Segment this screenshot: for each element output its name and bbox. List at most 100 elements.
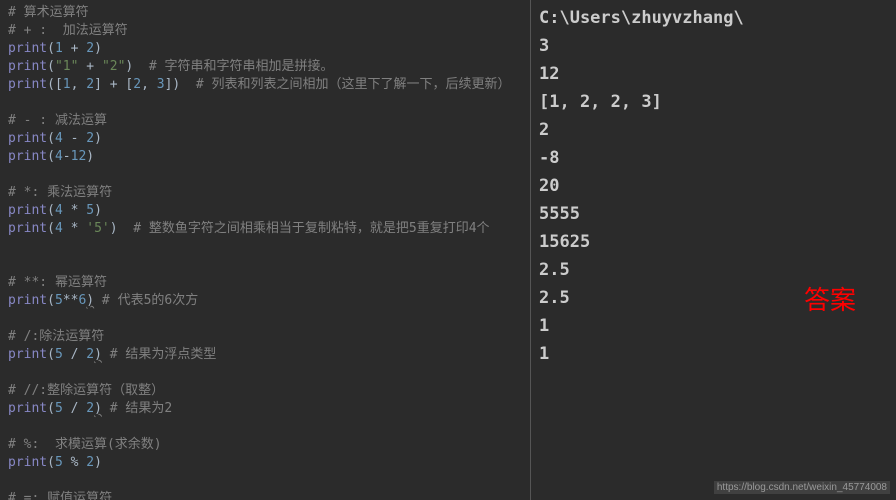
code-token [8,95,16,110]
code-token: 2 [86,401,94,416]
code-token: 5 [55,293,63,308]
code-line[interactable] [8,256,522,274]
code-token: , [71,77,87,92]
code-token [8,239,16,254]
terminal-line: 5555 [539,200,888,228]
code-line[interactable]: print(5**6) # 代表5的6次方 [8,292,522,310]
code-token: 5 [55,347,63,362]
code-token: 2 [86,131,94,146]
code-line[interactable]: print(5 / 2) # 结果为浮点类型 [8,346,522,364]
code-token: 1 [55,41,63,56]
code-token: print [8,77,47,92]
code-token: ) [94,131,102,146]
code-line[interactable] [8,472,522,490]
code-token: ) [94,41,102,56]
code-token: ( [47,455,55,470]
code-line[interactable]: # //:整除运算符（取整） [8,382,522,400]
code-token: ** [63,293,79,308]
code-line[interactable] [8,310,522,328]
code-line[interactable]: print([1, 2] + [2, 3]) # 列表和列表之间相加（这里下了解… [8,76,522,94]
code-token: ( [47,203,55,218]
code-token: print [8,41,47,56]
code-token: 5 [86,203,94,218]
code-token: ] [94,77,102,92]
code-line[interactable]: # - : 减法运算 [8,112,522,130]
code-token: ) [94,455,102,470]
code-token: ( [47,293,55,308]
code-line[interactable] [8,166,522,184]
terminal-line: 12 [539,60,888,88]
code-token: 1 [63,77,71,92]
code-token: / [63,401,86,416]
code-token: # + : 加法运算符 [8,23,128,38]
terminal-line: 1 [539,340,888,368]
terminal-line: 2 [539,116,888,144]
code-token: / [63,347,86,362]
code-token: , [141,77,157,92]
code-token: 4 [55,203,63,218]
code-token: ( [47,221,55,236]
code-token: print [8,347,47,362]
code-token [8,167,16,182]
code-line[interactable] [8,418,522,436]
code-line[interactable]: # 算术运算符 [8,4,522,22]
code-token: - [63,131,86,146]
code-token: 4 [55,131,63,146]
code-line[interactable]: print(4-12) [8,148,522,166]
code-token: 2 [133,77,141,92]
code-token: # *: 乘法运算符 [8,185,112,200]
code-line[interactable]: # **: 幂运算符 [8,274,522,292]
code-token: 4 [55,221,63,236]
code-line[interactable]: # =: 赋值运算符 [8,490,522,500]
code-line[interactable] [8,238,522,256]
terminal-line: 15625 [539,228,888,256]
code-line[interactable] [8,364,522,382]
code-token: # //:整除运算符（取整） [8,383,164,398]
code-token: print [8,149,47,164]
code-token: ( [47,59,55,74]
code-token: # 结果为2 [102,401,172,416]
answer-annotation: 答案 [804,280,856,317]
code-line[interactable]: print(1 + 2) [8,40,522,58]
code-line[interactable] [8,94,522,112]
terminal-line: -8 [539,144,888,172]
code-line[interactable]: # /:除法运算符 [8,328,522,346]
code-token: ( [47,131,55,146]
code-token: print [8,221,47,236]
code-line[interactable]: # + : 加法运算符 [8,22,522,40]
code-token [8,365,16,380]
terminal-line: 20 [539,172,888,200]
code-token: # 整数鱼字符之间相乘相当于复制粘特，就是把5重复打印4个 [118,221,490,236]
code-token: # /:除法运算符 [8,329,104,344]
code-line[interactable]: print(5 / 2) # 结果为2 [8,400,522,418]
code-token: ) [86,149,94,164]
code-token: ( [47,149,55,164]
code-line[interactable]: print(4 - 2) [8,130,522,148]
code-line[interactable]: # %: 求模运算(求余数) [8,436,522,454]
code-token: + [63,41,86,56]
code-editor[interactable]: # 算术运算符# + : 加法运算符print(1 + 2)print("1" … [0,0,530,500]
code-token: 5 [55,455,63,470]
code-line[interactable]: print(4 * '5') # 整数鱼字符之间相乘相当于复制粘特，就是把5重复… [8,220,522,238]
watermark: https://blog.csdn.net/weixin_45774008 [714,481,890,494]
code-line[interactable]: print(4 * 5) [8,202,522,220]
code-line[interactable]: print("1" + "2") # 字符串和字符串相加是拼接。 [8,58,522,76]
terminal-line: [1, 2, 2, 3] [539,88,888,116]
terminal-line: 3 [539,32,888,60]
code-token: + [78,59,101,74]
code-token [8,419,16,434]
code-token: # 字符串和字符串相加是拼接。 [133,59,333,74]
code-token: print [8,293,47,308]
code-token: ( [47,41,55,56]
terminal-output[interactable]: C:\Users\zhuyvzhang\312[1, 2, 2, 3]2-820… [530,0,896,500]
code-token: 12 [71,149,87,164]
code-line[interactable]: # *: 乘法运算符 [8,184,522,202]
code-token: ( [47,347,55,362]
code-token [8,257,16,272]
code-token [8,311,16,326]
code-token: ) [86,293,94,308]
code-token: ) [94,347,102,362]
code-token: # 结果为浮点类型 [102,347,216,362]
code-line[interactable]: print(5 % 2) [8,454,522,472]
code-token: print [8,203,47,218]
